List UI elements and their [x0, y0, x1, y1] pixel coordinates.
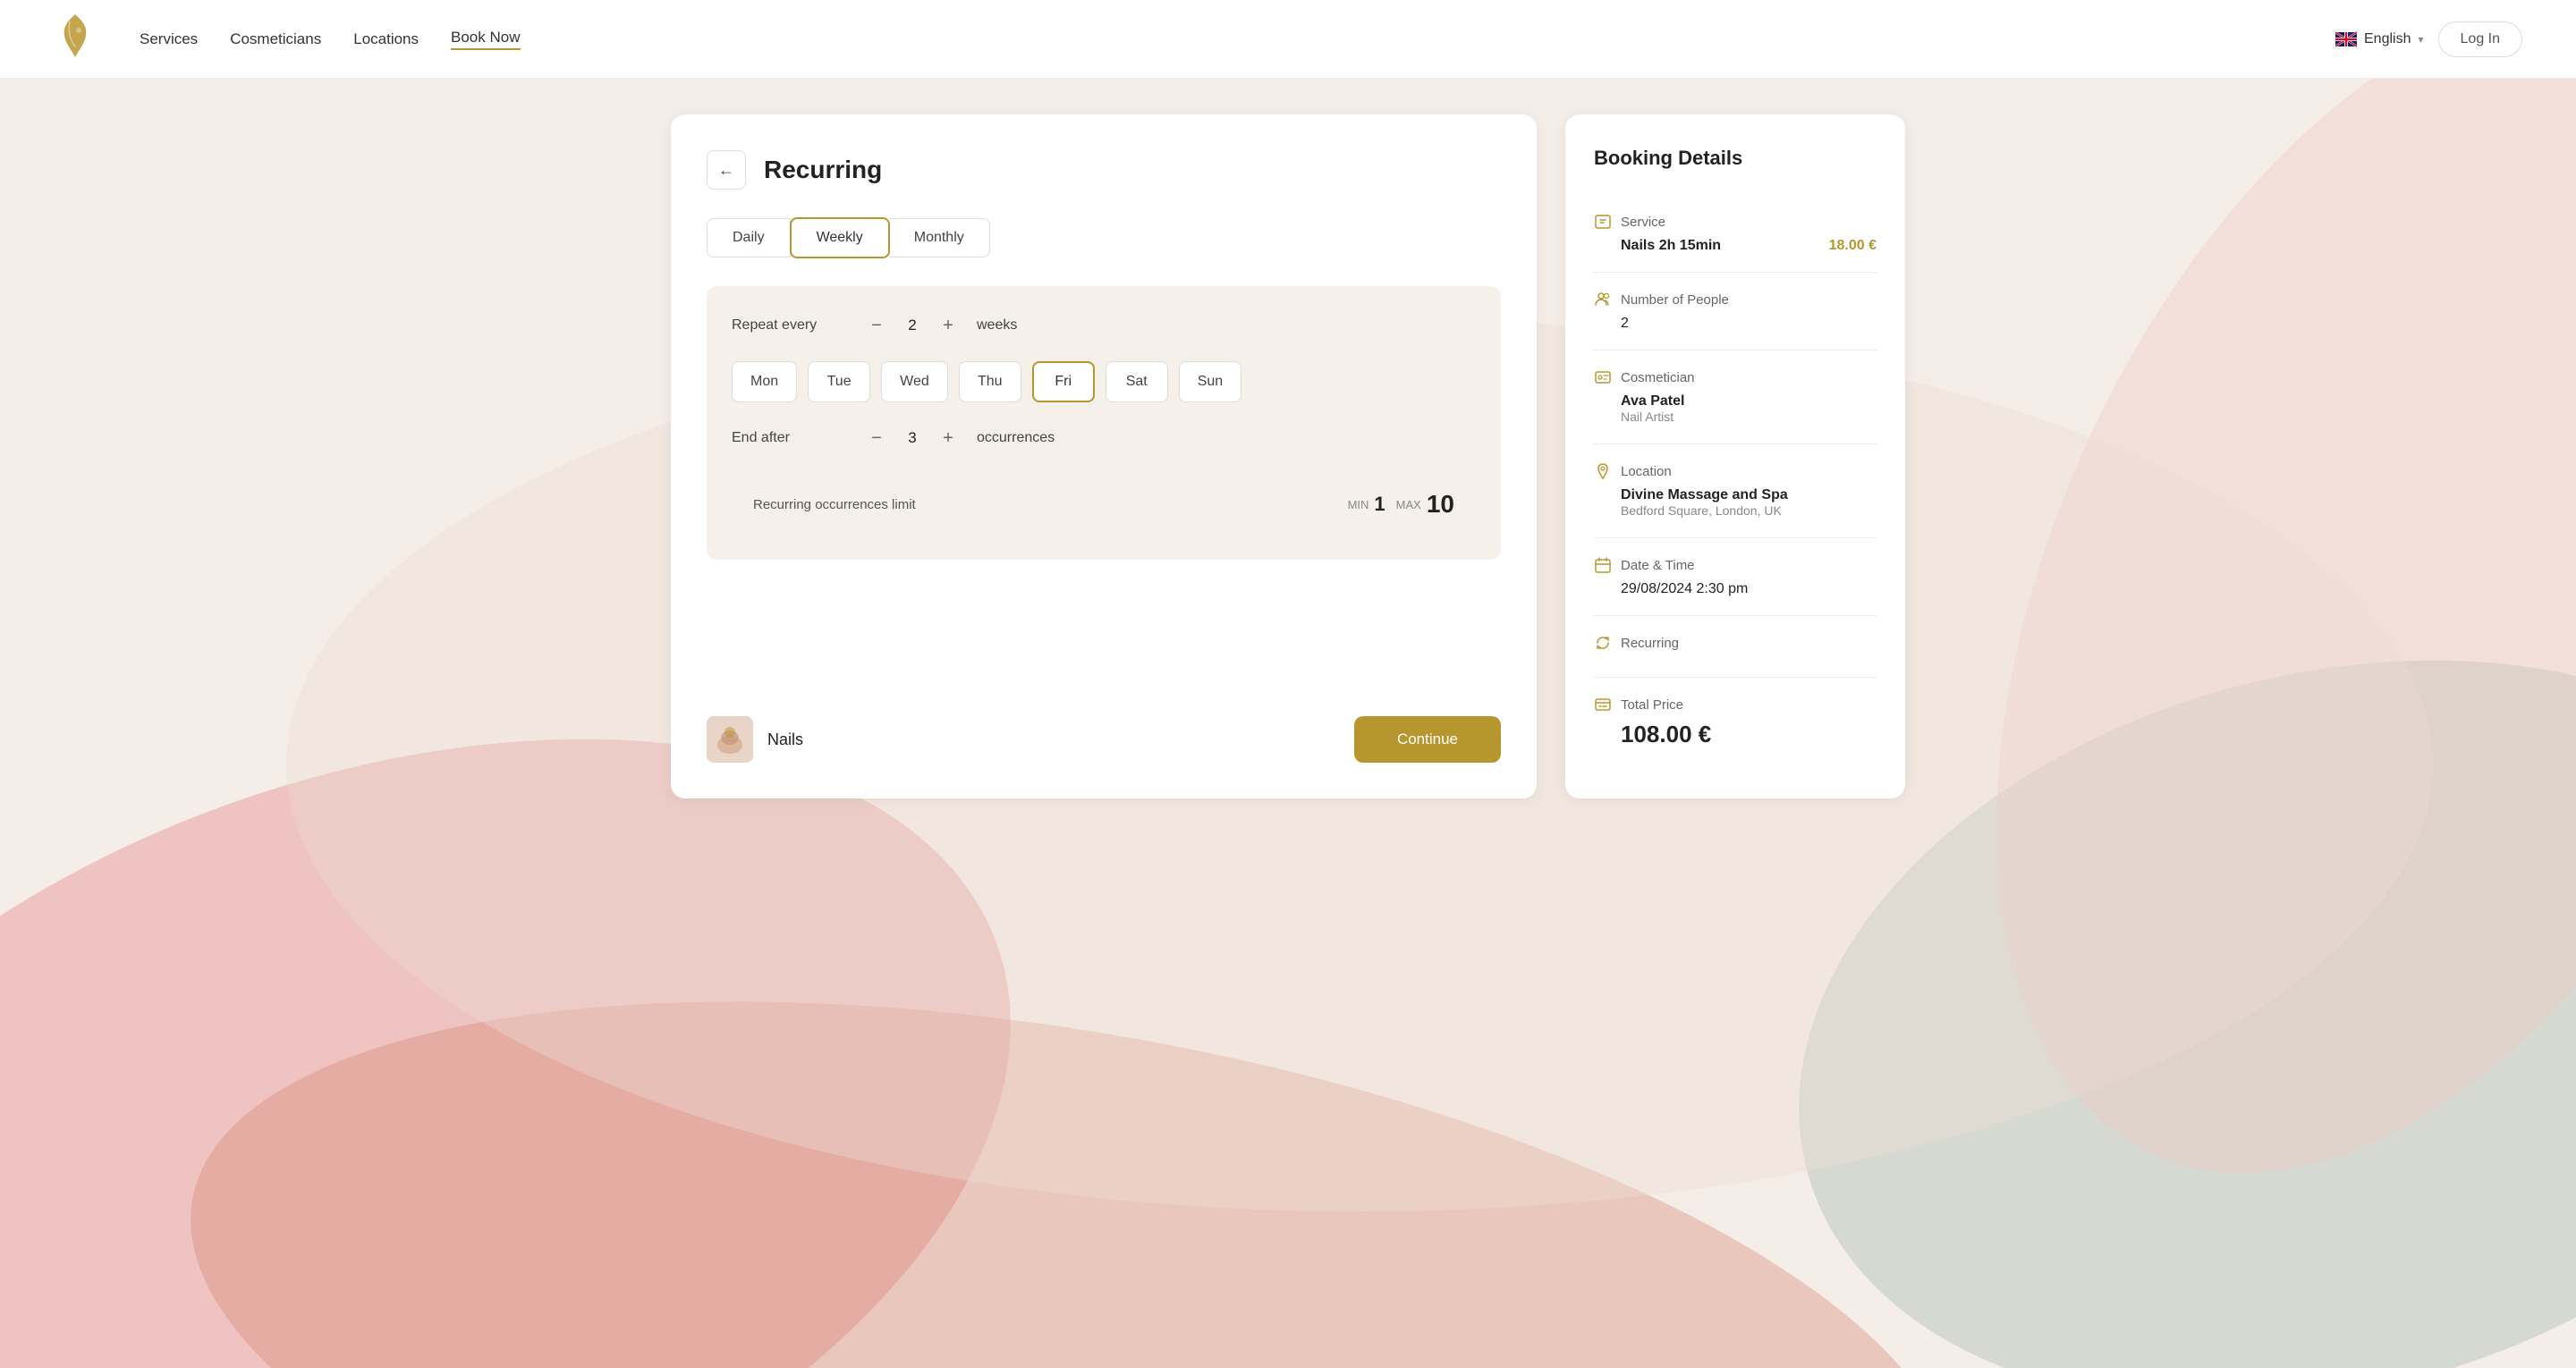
day-mon[interactable]: Mon [732, 361, 797, 402]
day-sun[interactable]: Sun [1179, 361, 1241, 402]
occurrences-decrement-button[interactable]: − [862, 424, 891, 452]
footer-service-name: Nails [767, 730, 803, 749]
recurring-icon [1594, 634, 1612, 652]
max-label: MAX [1396, 498, 1421, 511]
language-label: English [2364, 31, 2411, 47]
total-label: Total Price [1621, 697, 1683, 713]
nav-locations[interactable]: Locations [353, 30, 419, 48]
repeat-increment-button[interactable]: + [934, 311, 962, 340]
continue-button[interactable]: Continue [1354, 716, 1501, 763]
footer-service: Nails [707, 716, 803, 763]
repeat-value: 2 [902, 317, 923, 334]
main-content: ← Recurring Daily Weekly Monthly Repeat … [617, 79, 1959, 834]
cosmetician-icon [1594, 368, 1612, 386]
occurrences-limit-label: Recurring occurrences limit [753, 497, 916, 512]
cosmetician-value: Ava Patel Nail Artist [1594, 393, 1877, 426]
repeat-every-label: Repeat every [732, 317, 848, 334]
detail-service-header: Service [1594, 213, 1877, 231]
occurrences-increment-button[interactable]: + [934, 424, 962, 452]
login-button[interactable]: Log In [2438, 21, 2522, 57]
recurring-label: Recurring [1621, 636, 1679, 651]
detail-cosmetician-section: Cosmetician Ava Patel Nail Artist [1594, 350, 1877, 444]
service-value: Nails 2h 15min [1594, 238, 1721, 254]
logo[interactable] [54, 13, 97, 66]
total-icon [1594, 696, 1612, 714]
day-buttons: Mon Tue Wed Thu Fri Sat Sun [732, 361, 1476, 402]
limit-badges: MIN 1 MAX 10 [1348, 490, 1454, 519]
service-thumbnail [707, 716, 753, 763]
day-sat[interactable]: Sat [1106, 361, 1168, 402]
people-label: Number of People [1621, 292, 1729, 308]
max-badge: MAX 10 [1396, 490, 1454, 519]
detail-people-section: Number of People 2 [1594, 273, 1877, 350]
detail-recurring-section: Recurring [1594, 616, 1877, 678]
location-value: Divine Massage and Spa Bedford Square, L… [1594, 487, 1877, 519]
detail-people-header: Number of People [1594, 291, 1877, 308]
occurrences-value: 3 [902, 429, 923, 447]
repeat-unit-label: weeks [977, 317, 1017, 334]
detail-service-section: Service Nails 2h 15min 18.00 € [1594, 195, 1877, 273]
frequency-tabs: Daily Weekly Monthly [707, 218, 1501, 258]
booking-details-card: Booking Details Service Nails 2h 15min 1… [1565, 114, 1905, 798]
location-icon [1594, 462, 1612, 480]
day-thu[interactable]: Thu [959, 361, 1021, 402]
card-footer: Nails Continue [707, 680, 1501, 763]
detail-cosmetician-header: Cosmetician [1594, 368, 1877, 386]
card-header: ← Recurring [707, 150, 1501, 190]
location-label: Location [1621, 464, 1672, 479]
datetime-label: Date & Time [1621, 558, 1695, 573]
nav-services[interactable]: Services [140, 30, 198, 48]
booking-form-card: ← Recurring Daily Weekly Monthly Repeat … [671, 114, 1537, 798]
max-value: 10 [1427, 490, 1454, 519]
detail-total-header: Total Price [1594, 696, 1877, 714]
day-tue[interactable]: Tue [808, 361, 870, 402]
end-after-row: End after − 3 + occurrences [732, 424, 1476, 452]
occurrences-limit-info: Recurring occurrences limit MIN 1 MAX 10 [732, 474, 1476, 535]
service-label: Service [1621, 215, 1665, 230]
tab-weekly[interactable]: Weekly [790, 217, 890, 258]
detail-total-section: Total Price 108.00 € [1594, 678, 1877, 766]
repeat-section: Repeat every − 2 + weeks Mon Tue Wed Thu… [707, 286, 1501, 560]
chevron-down-icon: ▾ [2418, 33, 2423, 46]
tab-daily[interactable]: Daily [707, 218, 791, 258]
calendar-icon [1594, 556, 1612, 574]
min-badge: MIN 1 [1348, 493, 1385, 516]
day-fri[interactable]: Fri [1032, 361, 1095, 402]
detail-location-section: Location Divine Massage and Spa Bedford … [1594, 444, 1877, 538]
navbar: Services Cosmeticians Locations Book Now… [0, 0, 2576, 79]
people-value: 2 [1594, 316, 1629, 331]
details-title: Booking Details [1594, 147, 1877, 170]
service-price: 18.00 € [1829, 238, 1877, 254]
detail-datetime-section: Date & Time 29/08/2024 2:30 pm [1594, 538, 1877, 616]
back-button[interactable]: ← [707, 150, 746, 190]
repeat-every-row: Repeat every − 2 + weeks [732, 311, 1476, 340]
datetime-value: 29/08/2024 2:30 pm [1594, 581, 1748, 596]
min-label: MIN [1348, 498, 1369, 511]
service-value-row: Nails 2h 15min 18.00 € [1594, 238, 1877, 254]
nav-book-now[interactable]: Book Now [451, 29, 520, 50]
min-value: 1 [1374, 493, 1385, 516]
form-title: Recurring [764, 156, 882, 184]
repeat-decrement-button[interactable]: − [862, 311, 891, 340]
detail-location-header: Location [1594, 462, 1877, 480]
total-price-value: 108.00 € [1594, 721, 1711, 747]
end-after-label: End after [732, 430, 848, 446]
tab-monthly[interactable]: Monthly [889, 218, 990, 258]
cosmetician-label: Cosmetician [1621, 370, 1695, 385]
repeat-stepper: − 2 + [862, 311, 962, 340]
language-selector[interactable]: English ▾ [2335, 31, 2424, 47]
detail-datetime-header: Date & Time [1594, 556, 1877, 574]
service-icon [1594, 213, 1612, 231]
end-after-stepper: − 3 + [862, 424, 962, 452]
nav-right: English ▾ Log In [2335, 21, 2522, 57]
detail-recurring-header: Recurring [1594, 634, 1877, 652]
occurrences-unit-label: occurrences [977, 430, 1055, 446]
nav-links: Services Cosmeticians Locations Book Now [140, 29, 2335, 50]
people-icon [1594, 291, 1612, 308]
day-wed[interactable]: Wed [881, 361, 948, 402]
nav-cosmeticians[interactable]: Cosmeticians [230, 30, 321, 48]
